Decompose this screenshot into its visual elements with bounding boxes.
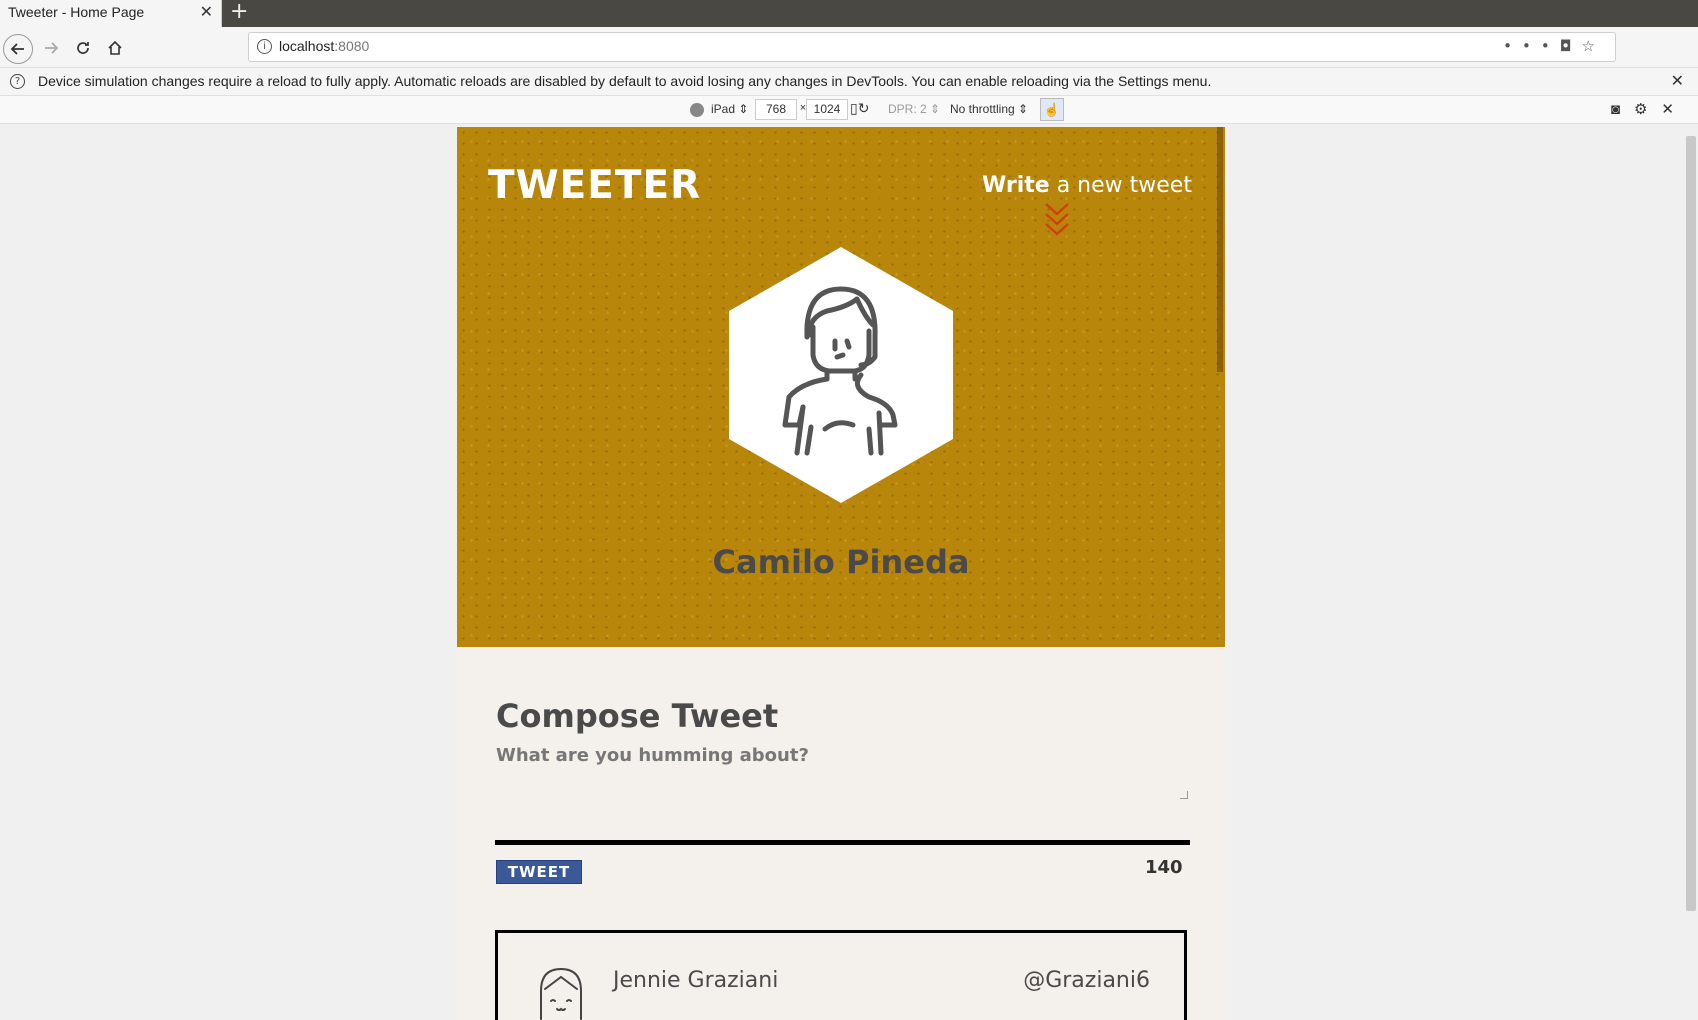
- tweet-textarea[interactable]: [496, 745, 1188, 785]
- dpr-select[interactable]: DPR: 2 ⇕: [888, 102, 940, 116]
- pocket-icon[interactable]: ◘: [1560, 37, 1582, 55]
- user-name: Camilo Pineda: [712, 543, 970, 581]
- devtools-notification-bar: ? Device simulation changes require a re…: [0, 68, 1698, 96]
- url-host: localhost: [279, 38, 335, 54]
- settings-gear-icon[interactable]: ⚙: [1634, 101, 1661, 118]
- nav-bar: i localhost:8080 •••◘☆: [0, 27, 1698, 68]
- device-select[interactable]: iPad ⇕: [711, 102, 748, 116]
- bookmark-star-icon[interactable]: ☆: [1582, 37, 1605, 55]
- compose-title: Compose Tweet: [496, 697, 779, 735]
- rotate-icon[interactable]: ▯↻: [850, 100, 869, 117]
- page-header: TWEETER Write a new tweet Camilo Pineda: [457, 127, 1225, 647]
- tab-tweeter-home[interactable]: Tweeter - Home Page ✕: [0, 0, 222, 27]
- tweet-author-name: Jennie Graziani: [613, 968, 779, 993]
- logo[interactable]: TWEETER: [488, 163, 701, 208]
- tweet-avatar: [540, 967, 582, 1020]
- tweeter-page: TWEETER Write a new tweet Camilo Pineda …: [457, 127, 1225, 1020]
- forward-button[interactable]: [38, 35, 64, 61]
- devtools-actions: ◙⚙✕: [1611, 100, 1688, 118]
- url-text[interactable]: localhost:8080: [279, 38, 369, 54]
- url-port: :8080: [334, 38, 370, 54]
- back-button[interactable]: [3, 34, 33, 64]
- device-icon: [690, 103, 704, 117]
- tweet-button[interactable]: TWEET: [496, 860, 582, 884]
- textarea-resize-handle[interactable]: [1180, 791, 1188, 799]
- close-notification-icon[interactable]: ✕: [1671, 71, 1684, 90]
- viewport-scrollbar[interactable]: [1686, 136, 1696, 911]
- close-rdm-icon[interactable]: ✕: [1661, 101, 1688, 118]
- viewport-width-input[interactable]: 768: [755, 99, 797, 120]
- viewport-height-input[interactable]: 1024: [806, 99, 848, 120]
- page-actions-menu-icon[interactable]: •••: [1503, 37, 1560, 55]
- reload-button[interactable]: [70, 35, 96, 61]
- touch-simulation-icon[interactable]: ☝: [1040, 98, 1064, 121]
- tab-title: Tweeter - Home Page: [8, 4, 145, 20]
- tweet-author-handle: @Graziani6: [1023, 968, 1150, 993]
- write-rest: a new tweet: [1049, 173, 1192, 198]
- url-bar[interactable]: i localhost:8080 •••◘☆: [248, 32, 1616, 62]
- question-icon: ?: [10, 74, 25, 89]
- page-actions[interactable]: •••◘☆: [1503, 37, 1605, 55]
- user-avatar: [729, 247, 953, 503]
- viewport: TWEETER Write a new tweet Camilo Pineda …: [0, 124, 1698, 1020]
- double-chevron-down-icon[interactable]: [1043, 202, 1071, 240]
- character-counter: 140: [1145, 857, 1183, 878]
- site-info-icon[interactable]: i: [257, 39, 272, 54]
- reload-icon: [77, 42, 89, 54]
- new-tab-button[interactable]: +: [230, 0, 248, 24]
- notification-message: Device simulation changes require a relo…: [38, 73, 1212, 89]
- forward-arrow-icon: [45, 42, 59, 54]
- close-tab-icon[interactable]: ✕: [200, 2, 213, 21]
- screenshot-icon[interactable]: ◙: [1611, 101, 1634, 118]
- write-strong: Write: [982, 173, 1050, 198]
- textarea-underline: [495, 840, 1190, 845]
- back-arrow-icon: [10, 43, 24, 55]
- write-tweet-link[interactable]: Write a new tweet: [982, 173, 1192, 198]
- header-scrollbar[interactable]: [1217, 127, 1223, 372]
- throttling-select[interactable]: No throttling ⇕: [950, 102, 1028, 116]
- tweet-article: Jennie Graziani @Graziani6: [495, 930, 1187, 1020]
- responsive-toolbar: iPad ⇕ 768 × 1024 ▯↻ DPR: 2 ⇕ No throttl…: [0, 96, 1698, 124]
- tab-strip: Tweeter - Home Page ✕ +: [0, 0, 1698, 27]
- home-button[interactable]: [102, 35, 128, 61]
- home-icon: [108, 40, 122, 55]
